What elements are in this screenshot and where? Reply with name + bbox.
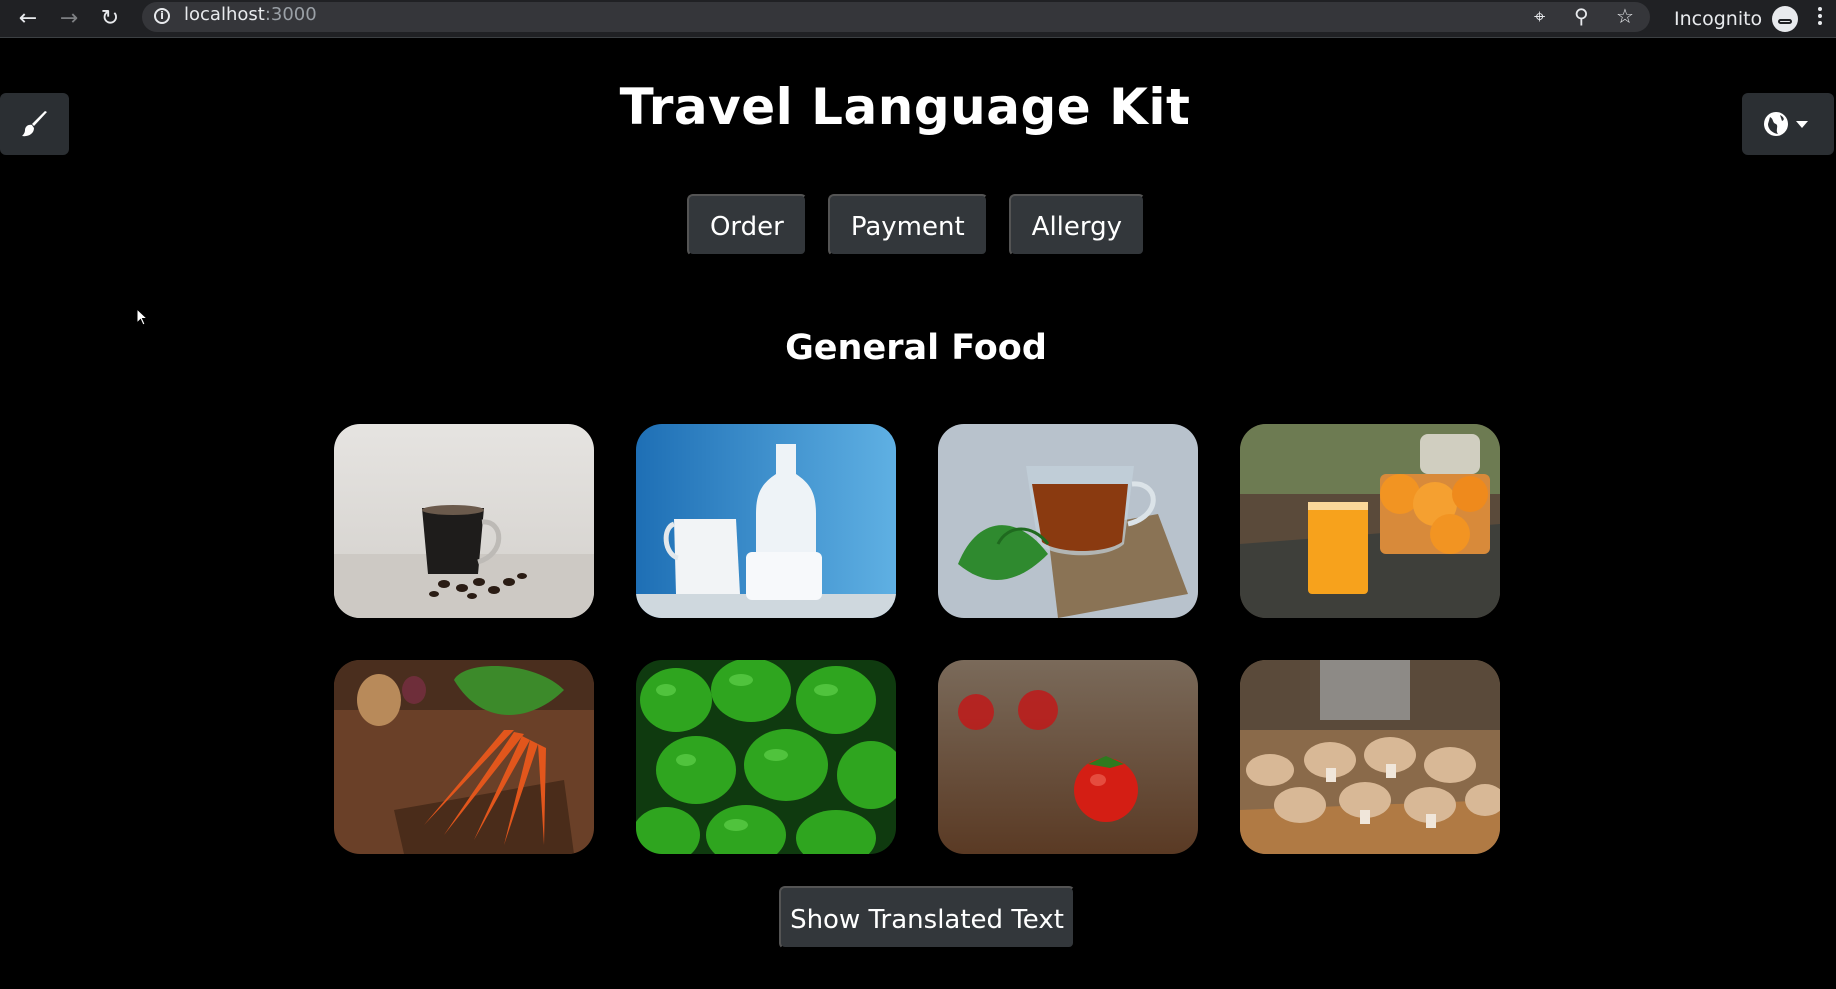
food-card-coffee[interactable] (334, 424, 594, 618)
tab-order[interactable]: Order (686, 194, 807, 256)
url-text[interactable]: localhost:3000 (184, 4, 317, 26)
browser-menu-icon[interactable] (1816, 4, 1824, 32)
location-target-icon[interactable]: ⌖ (1534, 5, 1545, 27)
mushroom-image (1240, 660, 1500, 854)
food-card-orange-juice[interactable] (1240, 424, 1500, 618)
tomato-image (938, 660, 1198, 854)
bookmark-star-icon[interactable]: ☆ (1616, 5, 1634, 27)
carrot-image (334, 660, 594, 854)
forward-arrow-icon[interactable]: → (57, 8, 81, 30)
address-bar[interactable]: i localhost:3000 ⌖ ⚲ ☆ (142, 2, 1650, 32)
incognito-label: Incognito (1674, 8, 1763, 30)
tab-allergy[interactable]: Allergy (1008, 194, 1146, 256)
show-translated-text-button[interactable]: Show Translated Text (779, 886, 1075, 949)
tab-payment[interactable]: Payment (827, 194, 988, 256)
food-card-green-pepper[interactable] (636, 660, 896, 854)
back-arrow-icon[interactable]: ← (16, 8, 40, 30)
page-title: Travel Language Kit (619, 78, 1191, 136)
site-info-icon[interactable]: i (154, 8, 170, 24)
food-card-milk[interactable] (636, 424, 896, 618)
section-title: General Food (785, 328, 1047, 368)
reload-icon[interactable]: ↻ (98, 8, 122, 30)
food-card-tomato[interactable] (938, 660, 1198, 854)
incognito-icon[interactable] (1772, 6, 1798, 32)
food-card-mushroom[interactable] (1240, 660, 1500, 854)
category-tabs: Order Payment Allergy (0, 194, 1832, 256)
food-grid (334, 424, 1500, 854)
coffee-image (334, 424, 594, 618)
browser-toolbar: ← → ↻ i localhost:3000 ⌖ ⚲ ☆ Incognito (0, 0, 1836, 38)
milk-image (636, 424, 896, 618)
food-card-carrot[interactable] (334, 660, 594, 854)
food-card-tea[interactable] (938, 424, 1198, 618)
tea-image (938, 424, 1198, 618)
orange-juice-image (1240, 424, 1500, 618)
green-pepper-image (636, 660, 896, 854)
zoom-icon[interactable]: ⚲ (1574, 5, 1589, 27)
mouse-cursor-icon (136, 308, 149, 326)
